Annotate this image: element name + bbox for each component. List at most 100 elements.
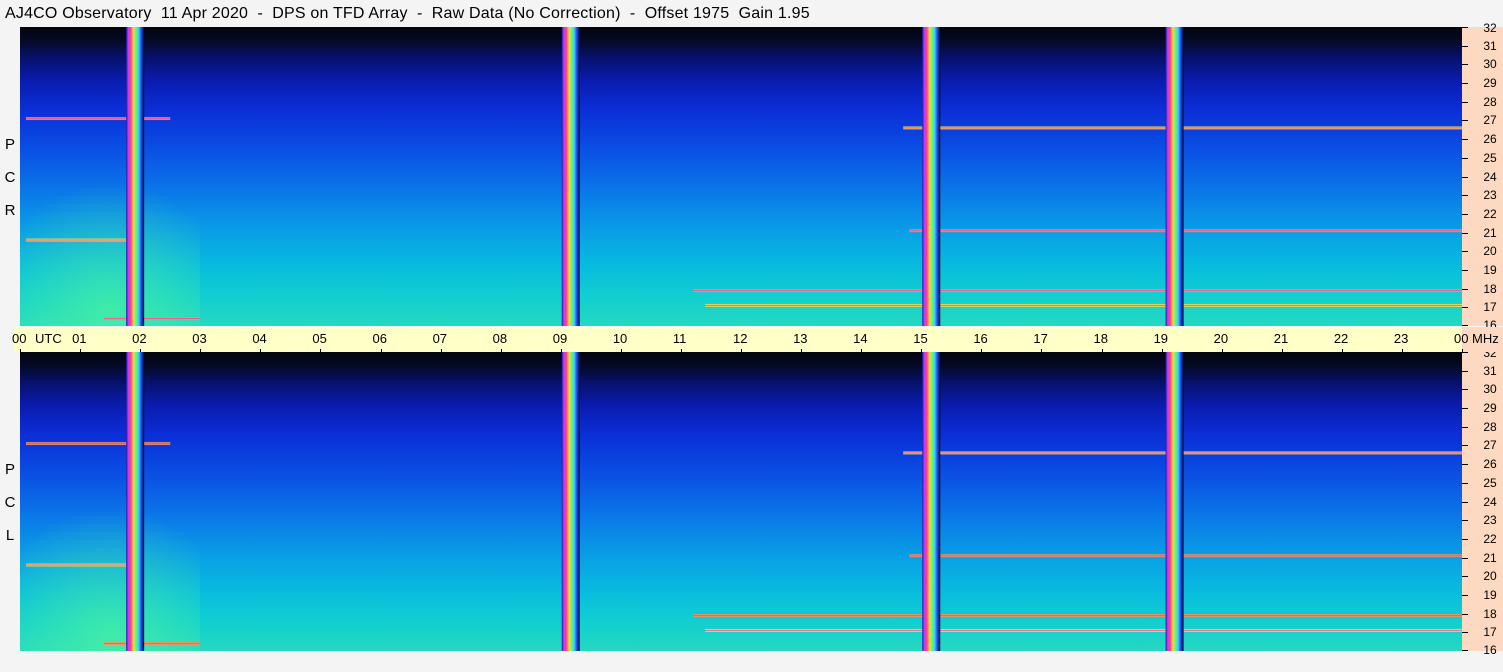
lcp-letter: L bbox=[5, 527, 15, 544]
frequency-tick bbox=[1462, 120, 1468, 122]
time-tick-label: 06 bbox=[372, 331, 387, 346]
frequency-tick-label: 17 bbox=[1483, 625, 1497, 640]
frequency-tick bbox=[1462, 83, 1468, 85]
rcp-frequency-axis: 16 17 18 19 20 21 22 23 24 25 26 27 28 29 30 31 32 bbox=[1462, 21, 1503, 332]
frequency-tick-label: 22 bbox=[1483, 206, 1497, 221]
frequency-tick-label: 28 bbox=[1483, 94, 1497, 109]
frequency-tick bbox=[1462, 139, 1468, 141]
frequency-tick-label: 19 bbox=[1483, 587, 1497, 602]
frequency-tick bbox=[1462, 352, 1468, 353]
time-tick-label: 03 bbox=[192, 331, 207, 346]
time-tick-label: 15 bbox=[913, 331, 928, 346]
time-tick bbox=[20, 349, 21, 352]
interference-band-core bbox=[909, 230, 1462, 232]
frequency-tick bbox=[1462, 538, 1468, 540]
time-tick bbox=[620, 349, 622, 352]
frequency-tick-label: 31 bbox=[1483, 38, 1497, 53]
calibration-burst bbox=[126, 352, 145, 651]
frequency-tick-label: 27 bbox=[1483, 438, 1497, 453]
time-tick-label: 18 bbox=[1093, 331, 1108, 346]
frequency-tick bbox=[1462, 195, 1468, 197]
frequency-tick-label: 28 bbox=[1483, 419, 1497, 434]
time-tick bbox=[1041, 349, 1043, 352]
frequency-tick-label: 21 bbox=[1483, 550, 1497, 565]
frequency-tick bbox=[1462, 251, 1468, 253]
lcp-frequency-axis: 16 17 18 19 20 21 22 23 24 25 26 27 28 29 30 31 32 bbox=[1462, 346, 1503, 657]
frequency-tick bbox=[1462, 101, 1468, 103]
frequency-tick bbox=[1462, 613, 1468, 615]
time-tick bbox=[1341, 349, 1343, 352]
frequency-tick bbox=[1462, 307, 1468, 309]
rcp-spectrogram bbox=[20, 27, 1462, 326]
frequency-tick-label: 30 bbox=[1483, 382, 1497, 397]
rcp-spectrogram-svg bbox=[20, 27, 1462, 326]
frequency-tick bbox=[1462, 269, 1468, 271]
interference-band-core bbox=[692, 614, 1462, 616]
frequency-tick-label: 18 bbox=[1483, 281, 1497, 296]
time-tick bbox=[380, 349, 382, 352]
time-tick-label: 09 bbox=[552, 331, 568, 346]
interference-band-core bbox=[692, 289, 1462, 291]
time-tick bbox=[680, 349, 682, 352]
frequency-tick-label: 25 bbox=[1483, 475, 1497, 490]
lcp-letter: P bbox=[4, 461, 15, 478]
calibration-burst bbox=[922, 352, 941, 651]
frequency-tick bbox=[1462, 576, 1468, 578]
lcp-label: P C L bbox=[0, 453, 20, 552]
rcp-letter: P bbox=[4, 136, 15, 153]
interference-band-core bbox=[26, 239, 129, 241]
time-tick-label: 21 bbox=[1273, 331, 1289, 346]
frequency-unit-label: MHz bbox=[1472, 331, 1499, 346]
time-tick bbox=[500, 349, 502, 352]
frequency-tick bbox=[1462, 520, 1468, 522]
calibration-burst bbox=[126, 27, 145, 326]
frequency-tick-label: 21 bbox=[1483, 225, 1497, 240]
time-tick-label: 07 bbox=[432, 331, 448, 346]
interference-band-core bbox=[909, 555, 1462, 557]
frequency-tick-label: 25 bbox=[1483, 150, 1497, 165]
interference-band-core bbox=[26, 118, 171, 120]
calibration-burst bbox=[561, 352, 580, 651]
frequency-tick bbox=[1462, 408, 1468, 410]
time-tick-label: 10 bbox=[612, 331, 628, 346]
time-tick bbox=[1221, 349, 1223, 352]
frequency-tick bbox=[1462, 632, 1468, 634]
time-tick bbox=[981, 349, 983, 352]
interference-band-core bbox=[26, 443, 171, 445]
time-axis: 00 01 02 03 04 05 06 07 08 09 10 11 12 13 14 15 16 17 18 19… bbox=[12, 327, 1468, 352]
frequency-tick-label: 32 bbox=[1483, 21, 1497, 35]
time-tick-label: 05 bbox=[312, 331, 327, 346]
rcp-letter: R bbox=[4, 202, 16, 219]
time-tick-label: 22 bbox=[1333, 331, 1349, 346]
time-tick-label: 04 bbox=[252, 331, 267, 346]
frequency-tick bbox=[1462, 288, 1468, 290]
frequency-tick-label: 31 bbox=[1483, 363, 1497, 378]
interference-band-core bbox=[104, 318, 201, 320]
time-tick-label: 14 bbox=[853, 331, 868, 346]
interference-band-core bbox=[704, 629, 1462, 631]
time-tick-label: 20 bbox=[1213, 331, 1229, 346]
frequency-tick-label: 29 bbox=[1483, 76, 1497, 91]
time-tick bbox=[200, 349, 202, 352]
time-tick-label: 00 bbox=[1454, 331, 1469, 346]
time-tick bbox=[260, 349, 262, 352]
frequency-tick bbox=[1462, 464, 1468, 466]
calibration-burst bbox=[1165, 352, 1184, 651]
frequency-tick bbox=[1462, 594, 1468, 596]
frequency-tick bbox=[1462, 45, 1468, 47]
time-tick bbox=[560, 349, 562, 352]
time-tick-label: 17 bbox=[1033, 331, 1048, 346]
rcp-label: P C R bbox=[0, 128, 20, 227]
frequency-tick bbox=[1462, 325, 1468, 326]
time-tick-label: 08 bbox=[492, 331, 508, 346]
frequency-tick-label: 20 bbox=[1483, 244, 1497, 259]
time-tick bbox=[440, 349, 442, 352]
frequency-tick-label: 30 bbox=[1483, 57, 1497, 72]
time-tick-label: 16 bbox=[973, 331, 988, 346]
frequency-tick bbox=[1462, 213, 1468, 215]
time-tick-label: 19 bbox=[1153, 331, 1169, 346]
frequency-tick-label: 24 bbox=[1483, 169, 1497, 184]
lcp-spectrogram-svg bbox=[20, 352, 1462, 651]
frequency-tick bbox=[1462, 176, 1468, 178]
time-tick bbox=[1161, 349, 1163, 352]
